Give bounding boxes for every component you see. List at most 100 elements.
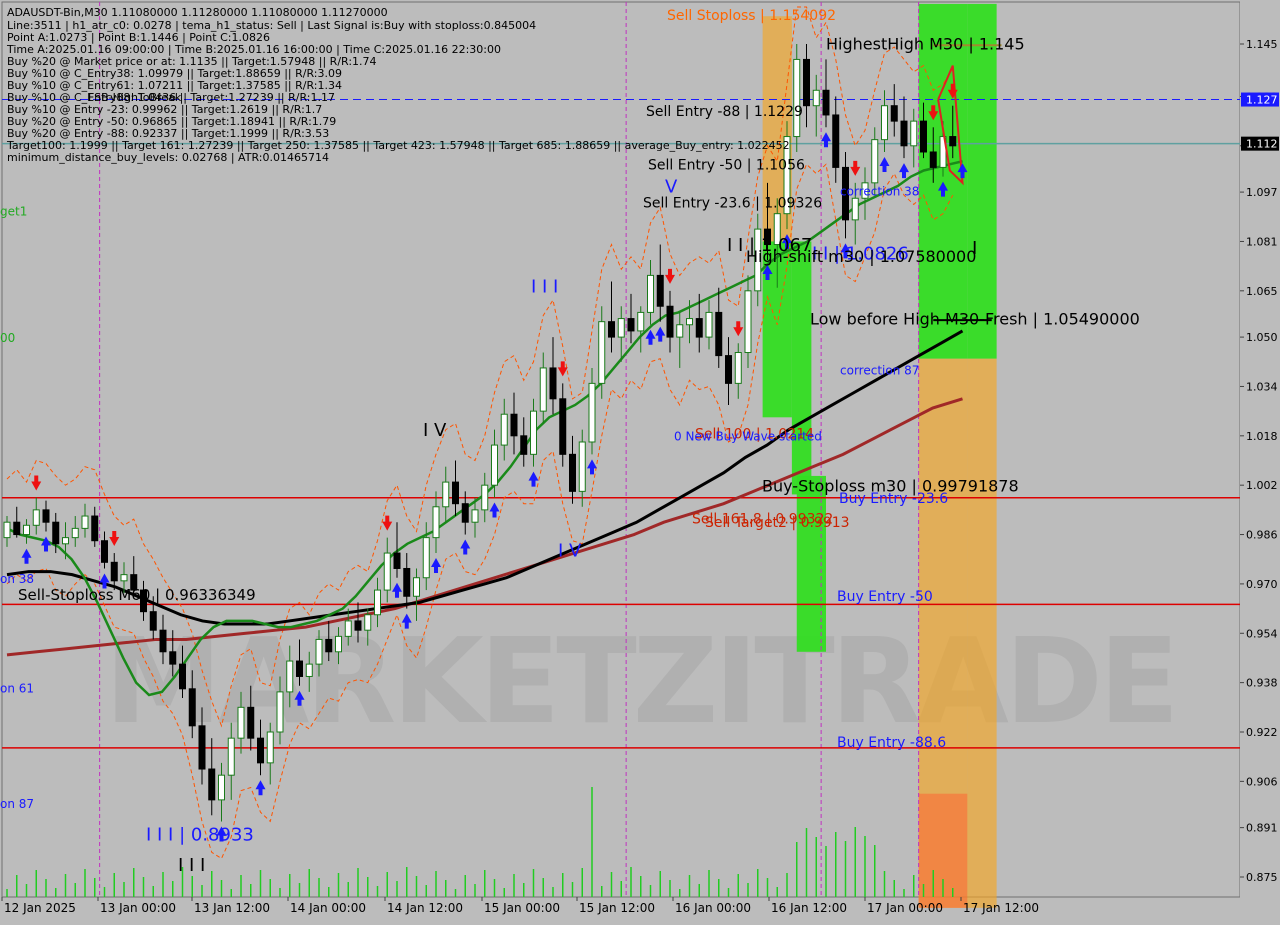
candle-body-91 [890,105,898,122]
candle-body-39 [383,552,391,591]
y-tick-label: 0.970 [1246,578,1278,591]
candle-body-35 [344,620,352,637]
candle-body-67 [656,274,664,307]
candle-body-24 [237,706,245,739]
candle-body-84 [822,89,830,116]
candle-body-52 [510,413,518,437]
chart-annotation: Sell Entry -23.6 | 1.09326 [643,196,822,212]
chart-annotation: I I I | 0.8933 [146,824,254,845]
candle-body-56 [549,367,557,400]
candle-body-17 [169,651,177,665]
chart-annotation: get1 [0,205,27,219]
candle-body-61 [598,321,606,384]
chart-annotation: Sell Stoploss | 1.154092 [667,8,836,24]
candle-body-64 [627,318,635,332]
candle-body-31 [305,663,313,677]
candle-body-54 [530,410,537,455]
chart-canvas[interactable]: MARKETZITRADESell Stoploss | 1.154092Hig… [0,0,1280,920]
chart-annotation: correction 87 [840,364,919,378]
candle-body-41 [403,567,411,597]
candle-body-10 [101,540,108,563]
candle-body-70 [686,318,693,326]
y-tick-label: 1.018 [1246,430,1278,443]
candle-body-6 [62,537,69,545]
candle-body-28 [276,691,284,733]
chart-annotation: correction 38 [840,185,919,199]
candle-body-74 [725,355,732,384]
candle-body-48 [471,509,479,523]
candle-body-73 [715,311,723,357]
candle-body-66 [647,274,654,313]
candle-body-9 [91,515,99,542]
candle-body-36 [354,620,362,631]
candle-body-15 [149,611,157,631]
x-tick-label: 17 Jan 12:00 [963,901,1039,915]
candle-body-38 [374,589,381,616]
candle-body-87 [851,197,859,221]
candle-body-93 [910,120,918,147]
candle-body-34 [335,635,342,653]
chart-annotation: HighestHigh M30 | 1.145 [826,35,1025,54]
candle-body-5 [52,521,60,545]
candle-body-90 [881,105,888,141]
chart-annotation: Buy Entry -88.6 [837,735,946,751]
chart-annotation: Buy Entry -50 [837,589,933,605]
candle-body-75 [734,352,742,384]
price-marker-label: 1.112 [1246,138,1278,151]
candle-body-1 [13,521,21,536]
y-tick-label: 0.875 [1246,871,1278,884]
x-tick-label: 16 Jan 12:00 [771,901,847,915]
candle-body-53 [520,435,528,455]
candle-body-16 [159,629,167,653]
candle-body-21 [208,768,216,801]
price-marker-label: 1.127 [1246,94,1278,107]
chart-annotation: 00 [0,331,15,345]
candle-body-85 [832,114,840,168]
candle-body-45 [442,481,450,508]
info-line: minimum_distance_buy_levels: 0.02768 | A… [7,151,329,164]
x-tick-label: 17 Jan 00:00 [867,901,943,915]
candle-body-11 [110,561,118,582]
candle-body-49 [481,484,489,511]
candle-body-40 [393,552,401,569]
chart-annotation: V [665,176,678,197]
y-tick-label: 0.906 [1246,775,1278,788]
candle-body-22 [218,774,225,801]
candle-body-59 [578,441,586,492]
chart-annotation: 0 New Buy Wave started [674,430,822,444]
candle-body-26 [257,737,264,764]
chart-annotation: Buy Entry -23.6 [839,491,948,507]
chart-annotation: I V [558,541,582,562]
candle-body-71 [695,318,703,338]
x-tick-label: 14 Jan 00:00 [290,901,366,915]
candle-body-62 [608,321,615,338]
candle-body-83 [812,89,820,107]
symbol-header: ADAUSDT-Bin,M30 1.11080000 1.11280000 1.… [7,6,388,19]
candle-body-44 [432,506,440,539]
candle-body-0 [3,521,11,539]
chart-annotation: on 87 [0,797,34,811]
candle-body-27 [266,731,274,764]
candle-body-33 [325,638,333,653]
candle-body-12 [120,574,128,582]
chart-annotation: on 61 [0,681,34,695]
candle-body-30 [296,660,303,677]
x-tick-label: 15 Jan 00:00 [484,901,560,915]
candle-body-25 [247,706,255,739]
y-tick-label: 1.097 [1246,186,1278,199]
candle-body-43 [422,537,430,579]
y-tick-label: 0.954 [1246,627,1278,640]
y-tick-label: 0.986 [1246,529,1278,542]
candle-body-20 [198,725,206,770]
x-tick-label: 13 Jan 12:00 [194,901,270,915]
candle-body-65 [637,311,645,332]
candle-body-50 [491,444,498,486]
candle-body-8 [81,515,89,529]
y-tick-label: 1.002 [1246,479,1278,492]
y-tick-label: 1.081 [1246,235,1278,248]
candle-body-57 [559,398,567,455]
y-tick-label: 1.034 [1246,380,1278,393]
trading-chart[interactable]: MARKETZITRADE Sell Stoploss | 1.154092 Hig… [0,0,1280,920]
candle-body-63 [617,318,625,338]
candle-body-92 [900,120,908,147]
